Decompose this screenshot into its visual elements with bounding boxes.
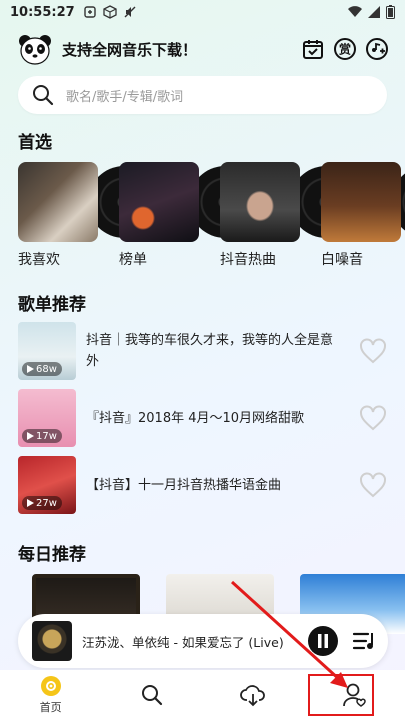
playlist-item[interactable]: 68w 抖音｜我等的车很久才来，我等的人全是意外 [18,322,387,380]
play-icon [27,499,34,507]
heart-icon[interactable] [359,405,387,431]
featured-list: 我喜欢 榜单 抖音热曲 白噪音 [18,162,405,272]
now-playing-title: 汪苏泷、单依纯 - 如果爱忘了 (Live) [82,634,284,650]
playlist-cover: 27w [18,456,76,514]
no-sound-icon [124,6,136,18]
featured-item-charts[interactable]: 榜单 [119,162,261,272]
app-header: 支持全网音乐下载！ 赏 [16,32,389,66]
wifi-icon [348,6,362,18]
playlist-title: 『抖音』2018年 4月～10月网络甜歌 [86,410,305,426]
tab-home[interactable]: 首页 [0,670,101,720]
status-bar: 10:55:27 [0,0,405,24]
featured-item-douyin-hits[interactable]: 抖音热曲 [220,162,362,272]
featured-label: 白噪音 [321,252,363,268]
play-count-badge: 68w [22,362,62,376]
add-music-icon[interactable] [365,37,389,61]
signal-icon [368,6,380,18]
cube-icon [103,5,117,19]
featured-label: 我喜欢 [18,252,60,268]
tab-home-label: 首页 [39,701,62,714]
tab-search[interactable] [101,670,202,720]
favorites-cover [18,162,98,242]
bottom-tab-bar: 首页 [0,670,405,720]
pause-icon [318,634,328,648]
calendar-check-icon[interactable] [301,37,325,61]
daily-section-title: 每日推荐 [18,545,86,565]
play-count-badge: 27w [22,496,62,510]
play-count-badge: 17w [22,429,62,443]
featured-item-white-noise[interactable]: 白噪音 [321,162,405,272]
notification-icon [83,6,96,18]
panda-logo [19,35,51,65]
playlist-cover: 68w [18,322,76,380]
mini-player[interactable]: 汪苏泷、单依纯 - 如果爱忘了 (Live) [18,614,388,668]
search-bar[interactable]: 歌名/歌手/专辑/歌词 [18,76,387,114]
white-noise-cover [321,162,401,242]
tab-download[interactable] [203,670,304,720]
search-icon [33,85,54,106]
home-icon [40,676,61,696]
heart-icon[interactable] [359,338,387,364]
playlist-item[interactable]: 17w 『抖音』2018年 4月～10月网络甜歌 [18,389,387,447]
status-time: 10:55:27 [10,4,75,20]
playlist-title: 抖音｜我等的车很久才来，我等的人全是意外 [86,333,334,369]
battery-icon [386,5,395,19]
playlist-item[interactable]: 27w 【抖音】十一月抖音热播华语金曲 [18,456,387,514]
highlight-frame [307,674,374,716]
featured-label: 抖音热曲 [220,252,276,268]
pause-button[interactable] [308,626,338,656]
search-placeholder: 歌名/歌手/专辑/歌词 [66,89,184,105]
heart-icon[interactable] [359,472,387,498]
app-title: 支持全网音乐下载！ [62,40,198,59]
playlist-cover: 17w [18,389,76,447]
search-icon [141,685,162,706]
featured-label: 榜单 [119,252,147,268]
playlist-queue-icon[interactable] [352,629,378,653]
play-icon [27,432,34,440]
now-playing-art [32,621,72,661]
playlist-title: 【抖音】十一月抖音热播华语金曲 [86,477,282,493]
download-icon [240,685,266,707]
reward-icon[interactable]: 赏 [333,37,357,61]
featured-section-title: 首选 [18,133,52,153]
playlist-section-title: 歌单推荐 [18,295,86,315]
charts-cover [119,162,199,242]
tab-profile[interactable] [304,670,405,720]
douyin-hits-cover [220,162,300,242]
featured-item-favorites[interactable]: 我喜欢 [18,162,160,272]
play-icon [27,365,34,373]
svg-text:赏: 赏 [339,42,351,57]
